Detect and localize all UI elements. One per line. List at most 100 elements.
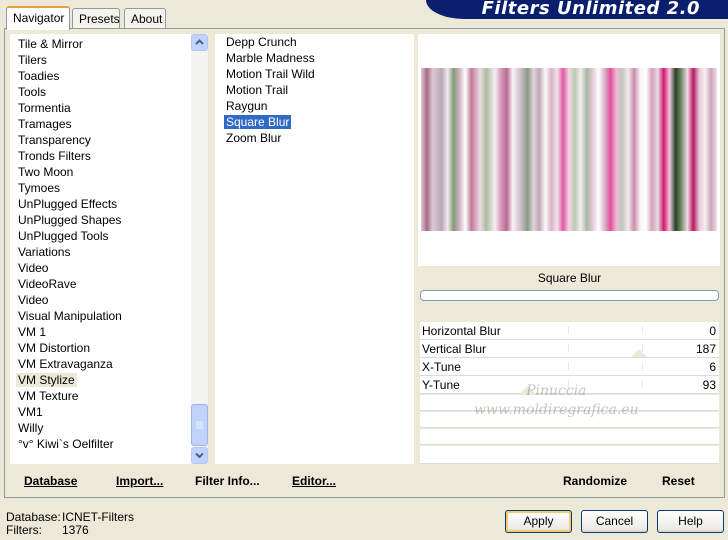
category-item-label: Tymoes [18,181,61,195]
category-item-label: Two Moon [18,165,74,179]
category-item[interactable]: Tilers [16,52,49,68]
category-item[interactable]: Tools [16,84,48,100]
help-button[interactable]: Help [657,510,724,533]
cancel-button[interactable]: Cancel [581,510,648,533]
category-item[interactable]: Willy [16,420,45,436]
watermark: Pinuccia www.moldiregrafica.eu [474,382,639,420]
progress-bar [420,290,719,301]
category-item[interactable]: Tramages [16,116,74,132]
category-item-label: Visual Manipulation [18,309,122,323]
filter-item-label: Depp Crunch [226,35,297,49]
category-item-label: Video [18,293,49,307]
category-item[interactable]: VM Distortion [16,340,92,356]
database-button[interactable]: Database [24,474,77,488]
reset-button[interactable]: Reset [662,474,695,488]
category-item[interactable]: VM Texture [16,388,80,404]
param-name: Y-Tune [422,378,460,392]
category-item-label: °v° Kiwi`s Oelfilter [18,437,114,451]
category-item-label: VM Extravaganza [18,357,113,371]
tab-presets[interactable]: Presets [72,8,120,28]
category-item[interactable]: VM1 [16,404,45,420]
category-item[interactable]: VideoRave [16,276,79,292]
filter-info-button[interactable]: Filter Info... [195,474,260,488]
category-item[interactable]: Visual Manipulation [16,308,124,324]
scroll-thumb[interactable] [191,404,208,446]
category-item-label: VM Distortion [18,341,91,355]
param-name: Vertical Blur [422,342,487,356]
category-item-label: Tilers [18,53,47,67]
randomize-button[interactable]: Randomize [563,474,627,488]
editor-button-label: Editor... [292,474,337,488]
category-item[interactable]: Variations [16,244,72,260]
category-item[interactable]: Video [16,292,50,308]
import-button-label: Import... [116,474,164,488]
param-slider-row[interactable]: X-Tune 6 [420,358,719,376]
import-button[interactable]: Import... [116,474,163,488]
category-item[interactable]: UnPlugged Shapes [16,212,123,228]
category-scrollbar[interactable] [191,34,208,464]
category-item-label: Tramages [18,117,72,131]
category-item-label: Tronds Filters [18,149,91,163]
category-item[interactable]: Tronds Filters [16,148,93,164]
filter-item[interactable]: Motion Trail Wild [224,66,317,82]
category-item[interactable]: Tormentia [16,100,73,116]
scroll-up-button[interactable] [191,34,208,51]
filter-item-label: Motion Trail [226,83,289,97]
category-item[interactable]: Tile & Mirror [16,36,85,52]
slider-tick [642,380,643,388]
category-item[interactable]: Transparency [16,132,93,148]
empty-param-row [420,429,719,445]
editor-button[interactable]: Editor... [292,474,336,488]
app-title: Filters Unlimited 2.0 [481,0,700,19]
filter-item[interactable]: Motion Trail [224,82,290,98]
filter-item-label: Motion Trail Wild [226,67,315,81]
watermark-line-2: www.moldiregrafica.eu [474,402,639,418]
preview-image [421,68,717,231]
database-value: ICNET-Filters [62,510,134,524]
category-item-label: VM 1 [18,325,47,339]
filter-list[interactable]: Depp Crunch Marble Madness Motion Trail Wi… [215,34,414,464]
category-item-label: Toadies [18,69,60,83]
category-item[interactable]: Tymoes [16,180,62,196]
tab-about[interactable]: About [124,8,166,28]
category-item[interactable]: UnPlugged Tools [16,228,111,244]
category-item[interactable]: Video [16,260,50,276]
grip-icon [196,421,203,429]
filter-item[interactable]: Raygun [224,98,269,114]
param-value: 0 [709,324,716,338]
category-item[interactable]: °v° Kiwi`s Oelfilter [16,436,116,452]
filter-item[interactable]: Depp Crunch [224,34,299,50]
category-item[interactable]: Toadies [16,68,61,84]
param-slider-row[interactable]: Horizontal Blur 0 [420,322,719,340]
filter-item-label: Square Blur [224,115,292,129]
category-item-label: VM Stylize [16,373,77,387]
param-value: 187 [695,342,716,356]
category-item[interactable]: Two Moon [16,164,75,180]
tab-navigator[interactable]: Navigator [6,6,70,30]
category-item[interactable]: VM Extravaganza [16,356,115,372]
database-button-label: Database [24,474,78,488]
category-item-label: Transparency [18,133,91,147]
category-item-label: Willy [18,421,44,435]
slider-tick [568,362,569,370]
filters-count-label: Filters: [6,523,42,537]
slider-marker [631,349,647,357]
param-slider-row[interactable]: Vertical Blur 187 [420,340,719,358]
filter-item[interactable]: Marble Madness [224,50,317,66]
filters-count-value: 1376 [62,523,89,537]
category-item[interactable]: UnPlugged Effects [16,196,119,212]
filter-item-label: Raygun [226,99,268,113]
category-item[interactable]: VM 1 [16,324,48,340]
param-value: 6 [709,360,716,374]
slider-tick [568,326,569,334]
category-item[interactable]: VM Stylize [16,372,77,388]
category-item-label: Tools [18,85,47,99]
filter-item[interactable]: Square Blur [224,114,292,130]
scroll-down-button[interactable] [191,447,208,464]
database-label: Database: [6,510,61,524]
apply-button[interactable]: Apply [505,510,572,533]
filters-unlimited-dialog: { "app": { "title": "Filters Unlimited 2… [0,0,728,540]
filter-item[interactable]: Zoom Blur [224,130,283,146]
category-list[interactable]: Tile & Mirror Tilers Toadies Tools Tormentia… [10,34,208,464]
watermark-line-1: Pinuccia [526,383,587,399]
